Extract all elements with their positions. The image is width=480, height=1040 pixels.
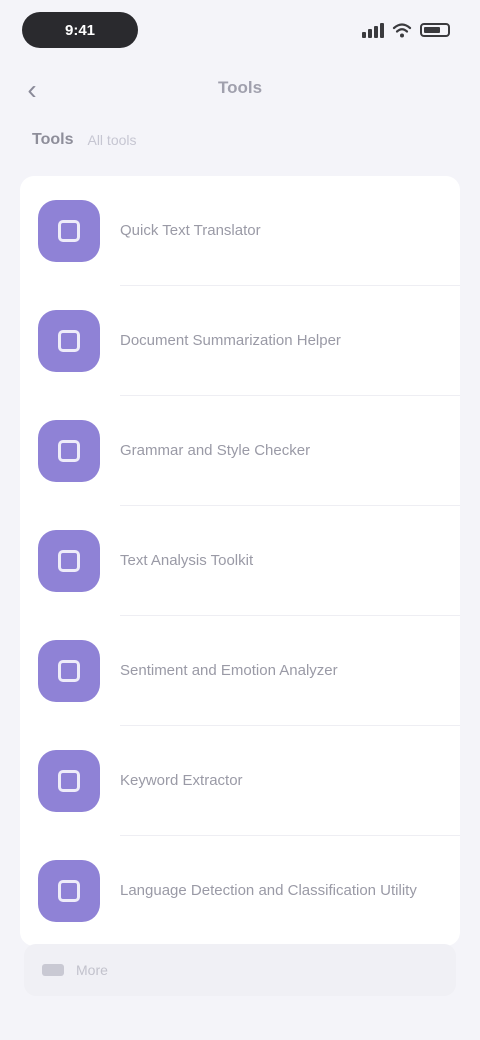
battery-icon	[420, 23, 450, 37]
list-item[interactable]: Quick Text Translator	[20, 176, 460, 286]
section-title: Tools	[32, 131, 74, 148]
list-item-label: Quick Text Translator	[120, 222, 261, 239]
wifi-icon	[392, 23, 412, 38]
section-subtitle: All tools	[87, 132, 137, 148]
tools-list: Quick Text Translator Document Summariza…	[20, 176, 460, 946]
screen: 9:41 ‹ Tools Tools All tools Quick Text …	[0, 0, 480, 1040]
nav-title: Tools	[217, 78, 263, 97]
more-icon	[42, 964, 64, 976]
nav-bar: ‹ Tools	[0, 70, 480, 110]
list-item-label: Document Summarization Helper	[120, 332, 341, 349]
list-item[interactable]: Language Detection and Classification Ut…	[20, 836, 460, 946]
status-time: 9:41	[22, 12, 138, 48]
document-icon	[38, 310, 100, 372]
list-item-label: Text Analysis Toolkit	[120, 552, 254, 569]
list-item[interactable]: Sentiment and Emotion Analyzer	[20, 616, 460, 726]
status-indicators	[354, 18, 450, 42]
section-header: Tools All tools	[32, 126, 137, 154]
list-item-label: Sentiment and Emotion Analyzer	[120, 662, 338, 679]
list-item[interactable]: Keyword Extractor	[20, 726, 460, 836]
list-item-label: Grammar and Style Checker	[120, 442, 311, 459]
list-item-label: Keyword Extractor	[120, 772, 243, 789]
sentiment-icon	[38, 640, 100, 702]
list-item-label: Language Detection and Classification Ut…	[120, 882, 417, 899]
list-item[interactable]: Document Summarization Helper	[20, 286, 460, 396]
footer-row[interactable]: More	[24, 944, 456, 996]
grammar-icon	[38, 420, 100, 482]
list-item[interactable]: Text Analysis Toolkit	[20, 506, 460, 616]
footer-label: More	[76, 962, 108, 978]
language-icon	[38, 860, 100, 922]
signal-icon	[362, 22, 384, 38]
keyword-icon	[38, 750, 100, 812]
translate-icon	[38, 200, 100, 262]
status-bar: 9:41	[0, 0, 480, 64]
analysis-icon	[38, 530, 100, 592]
list-item[interactable]: Grammar and Style Checker	[20, 396, 460, 506]
